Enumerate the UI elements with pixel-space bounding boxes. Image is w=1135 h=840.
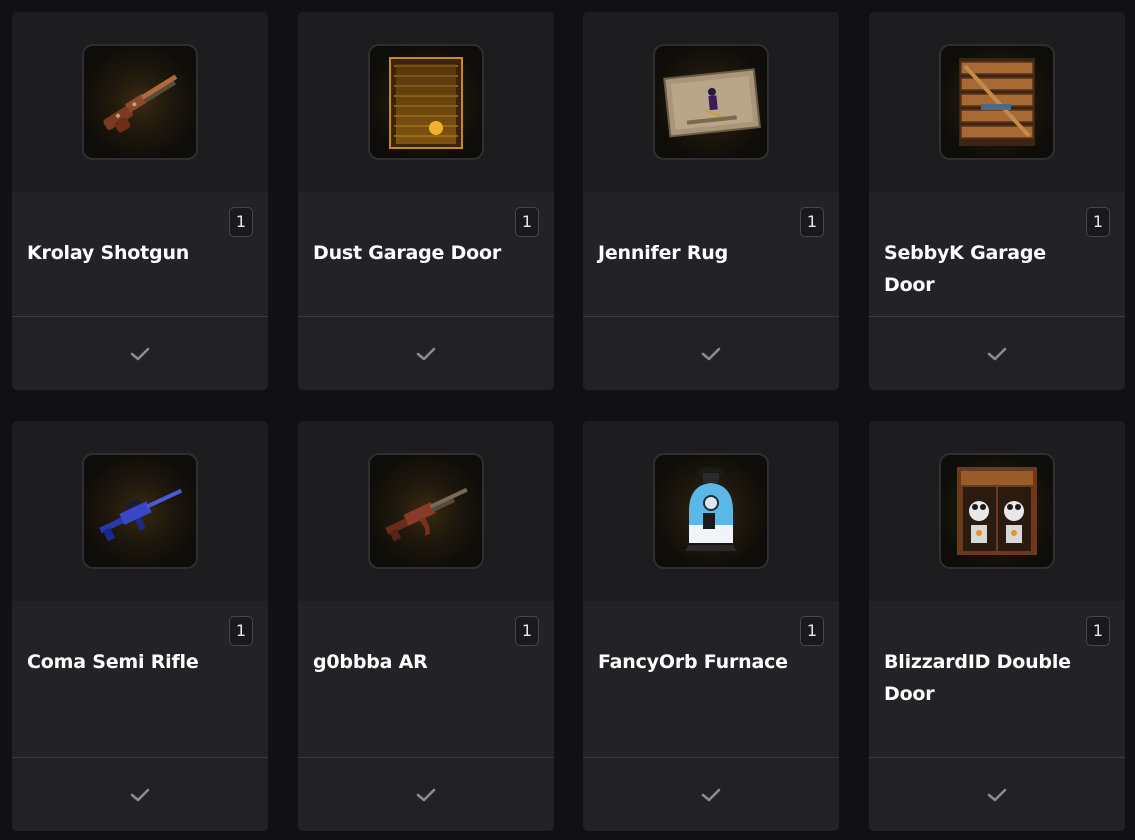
quantity-badge: 1: [800, 207, 824, 237]
item-card[interactable]: 1 SebbyK Garage Door: [869, 12, 1125, 390]
semi-rifle-icon: [82, 453, 198, 569]
checkmark-icon: [416, 787, 436, 803]
item-card[interactable]: 1 g0bbba AR: [298, 421, 554, 831]
item-image-area: [12, 12, 268, 192]
select-button[interactable]: [583, 316, 839, 390]
select-button[interactable]: [869, 316, 1125, 390]
item-info: 1 Krolay Shotgun: [12, 192, 268, 316]
item-card[interactable]: 1 Dust Garage Door: [298, 12, 554, 390]
checkmark-icon: [701, 346, 721, 362]
item-info: 1 Coma Semi Rifle: [12, 601, 268, 757]
item-image-area: [583, 421, 839, 601]
item-image-area: [298, 12, 554, 192]
item-info: 1 g0bbba AR: [298, 601, 554, 757]
furnace-icon: [653, 453, 769, 569]
item-card[interactable]: 1 BlizzardID Double Door: [869, 421, 1125, 831]
item-image-area: [12, 421, 268, 601]
item-info: 1 SebbyK Garage Door: [869, 192, 1125, 316]
quantity-badge: 1: [1086, 616, 1110, 646]
item-name: Coma Semi Rifle: [27, 651, 199, 673]
checkmark-icon: [130, 787, 150, 803]
item-image-area: [298, 421, 554, 601]
item-name: Krolay Shotgun: [27, 242, 190, 264]
checkmark-icon: [987, 346, 1007, 362]
item-card[interactable]: 1 Coma Semi Rifle: [12, 421, 268, 831]
checkmark-icon: [987, 787, 1007, 803]
select-button[interactable]: [298, 757, 554, 831]
item-card[interactable]: 1 FancyOrb Furnace: [583, 421, 839, 831]
item-info: 1 BlizzardID Double Door: [869, 601, 1125, 757]
select-button[interactable]: [12, 757, 268, 831]
quantity-badge: 1: [800, 616, 824, 646]
double-door-icon: [939, 453, 1055, 569]
quantity-badge: 1: [1086, 207, 1110, 237]
rug-icon: [653, 44, 769, 160]
item-name: FancyOrb Furnace: [598, 651, 788, 673]
item-name: Dust Garage Door: [313, 242, 502, 264]
item-card[interactable]: 1 Krolay Shotgun: [12, 12, 268, 390]
quantity-badge: 1: [229, 207, 253, 237]
select-button[interactable]: [12, 316, 268, 390]
item-name: SebbyK Garage Door: [884, 242, 1046, 296]
select-button[interactable]: [583, 757, 839, 831]
assault-rifle-icon: [368, 453, 484, 569]
select-button[interactable]: [298, 316, 554, 390]
item-image-area: [583, 12, 839, 192]
garage-door-icon: [368, 44, 484, 160]
item-image-area: [869, 12, 1125, 192]
item-image-area: [869, 421, 1125, 601]
quantity-badge: 1: [229, 616, 253, 646]
checkmark-icon: [416, 346, 436, 362]
checkmark-icon: [701, 787, 721, 803]
wooden-garage-door-icon: [939, 44, 1055, 160]
item-info: 1 FancyOrb Furnace: [583, 601, 839, 757]
item-info: 1 Dust Garage Door: [298, 192, 554, 316]
item-card[interactable]: 1 Jennifer Rug: [583, 12, 839, 390]
item-name: Jennifer Rug: [598, 242, 729, 264]
quantity-badge: 1: [515, 207, 539, 237]
skin-inventory-grid: 1 Krolay Shotgun 1 Dust Garage Door 1 Je…: [0, 0, 1135, 840]
shotgun-icon: [82, 44, 198, 160]
item-name: g0bbba AR: [313, 651, 428, 673]
select-button[interactable]: [869, 757, 1125, 831]
checkmark-icon: [130, 346, 150, 362]
item-info: 1 Jennifer Rug: [583, 192, 839, 316]
quantity-badge: 1: [515, 616, 539, 646]
item-name: BlizzardID Double Door: [884, 651, 1071, 705]
